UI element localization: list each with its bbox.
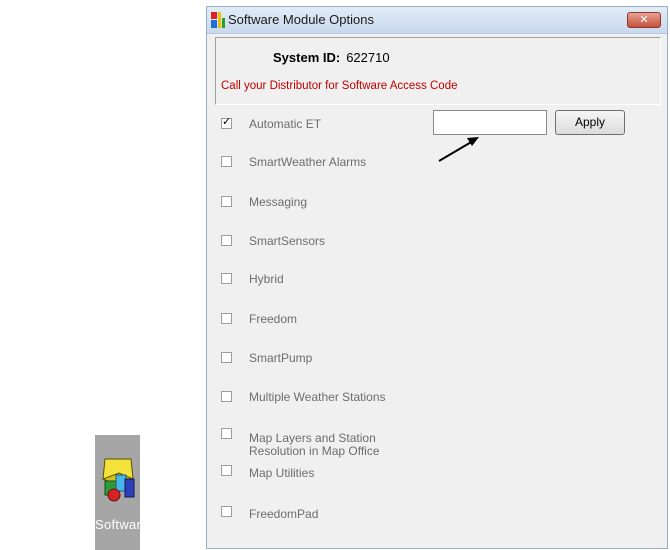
- close-button[interactable]: ✕: [627, 12, 661, 28]
- window-title: Software Module Options: [228, 12, 374, 27]
- option-label: Automatic ET: [249, 117, 322, 131]
- title-bar[interactable]: Software Module Options ✕: [207, 7, 667, 34]
- map-utilities-checkbox[interactable]: [221, 465, 232, 476]
- option-label: Hybrid: [249, 272, 284, 286]
- distributor-note: Call your Distributor for Software Acces…: [221, 80, 458, 92]
- map-layers-checkbox[interactable]: [221, 428, 232, 439]
- option-label: Map Utilities: [249, 466, 315, 480]
- option-label: FreedomPad: [249, 507, 319, 521]
- messaging-checkbox[interactable]: [221, 196, 232, 207]
- option-label: SmartPump: [249, 351, 313, 365]
- option-label: Multiple Weather Stations: [249, 390, 386, 404]
- option-label-line2: Resolution in Map Office: [249, 444, 380, 458]
- system-id-value: 622710: [346, 50, 390, 65]
- smartsensors-checkbox[interactable]: [221, 235, 232, 246]
- app-icon: [211, 12, 225, 28]
- multiple-weather-stations-checkbox[interactable]: [221, 391, 232, 402]
- system-info-panel: System ID: 622710 Call your Distributor f…: [215, 37, 661, 105]
- access-code-input[interactable]: [433, 110, 547, 135]
- apply-button[interactable]: Apply: [555, 110, 625, 135]
- smartpump-checkbox[interactable]: [221, 352, 232, 363]
- software-desktop-shortcut[interactable]: Softwar...: [95, 435, 140, 550]
- software-box-icon: [101, 458, 135, 502]
- option-label: Messaging: [249, 195, 308, 209]
- pointer-arrow-icon: [438, 137, 479, 162]
- freedompad-checkbox[interactable]: [221, 506, 232, 517]
- automatic-et-checkbox[interactable]: [221, 115, 232, 129]
- freedom-checkbox[interactable]: [221, 313, 232, 324]
- option-label: SmartWeather Alarms: [249, 155, 367, 169]
- option-label: Freedom: [249, 312, 298, 326]
- option-label: SmartSensors: [249, 234, 326, 248]
- close-icon: ✕: [639, 14, 649, 26]
- system-id-label: System ID:: [273, 50, 341, 65]
- option-label: Map Layers and Station: [249, 431, 376, 445]
- system-id: System ID: 622710: [273, 50, 390, 65]
- software-module-options-dialog: Software Module Options ✕ System ID: 6227…: [206, 6, 668, 549]
- shortcut-label: Softwar...: [95, 517, 140, 532]
- smartweather-alarms-checkbox[interactable]: [221, 156, 232, 167]
- hybrid-checkbox[interactable]: [221, 273, 232, 284]
